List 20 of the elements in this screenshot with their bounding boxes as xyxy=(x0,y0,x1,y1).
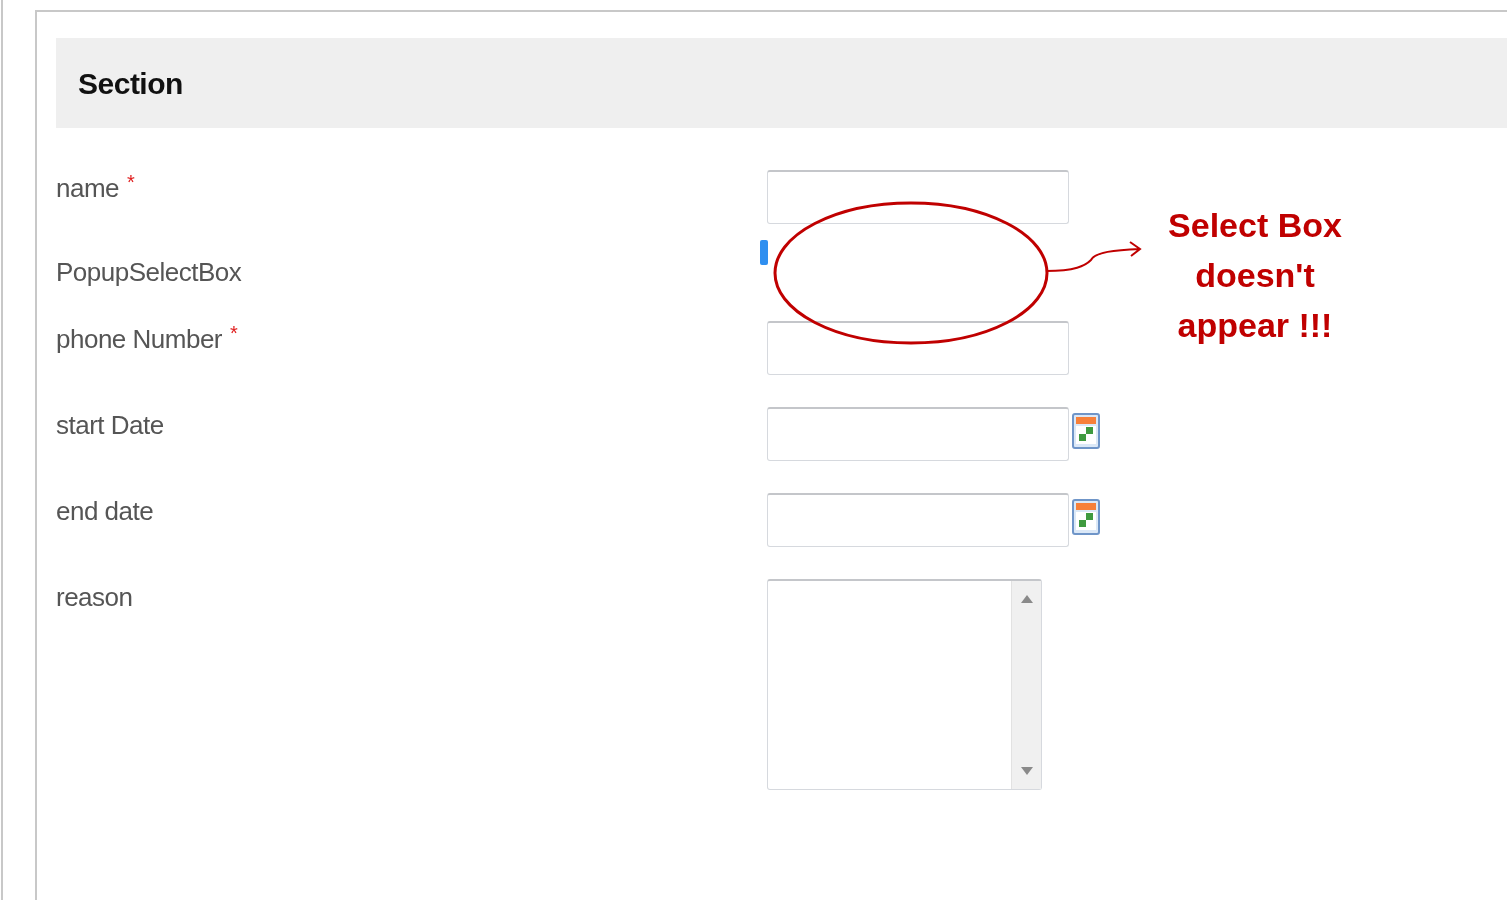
date-field[interactable] xyxy=(767,407,1069,461)
scroll-up-icon[interactable] xyxy=(1020,595,1033,603)
scroll-down-icon[interactable] xyxy=(1020,767,1033,775)
calendar-icon[interactable] xyxy=(1072,413,1100,449)
field-label: name xyxy=(56,172,120,205)
field-label: PopupSelectBox xyxy=(56,256,242,289)
annotation-text: Select Box doesn't appear !!! xyxy=(1167,205,1343,346)
textarea-field[interactable] xyxy=(767,579,1042,790)
field-label: start Date xyxy=(56,409,164,442)
date-field[interactable] xyxy=(767,493,1069,547)
field-label: reason xyxy=(56,581,133,614)
calendar-icon[interactable] xyxy=(1072,499,1100,535)
scrollbar[interactable] xyxy=(1011,581,1041,789)
required-mark: * xyxy=(230,321,238,345)
text-field[interactable] xyxy=(767,170,1069,224)
required-mark: * xyxy=(127,170,135,194)
field-label: end date xyxy=(56,495,154,528)
text-field[interactable] xyxy=(767,321,1069,375)
section-title: Section xyxy=(78,65,183,102)
field-label: phone Number xyxy=(56,323,222,356)
